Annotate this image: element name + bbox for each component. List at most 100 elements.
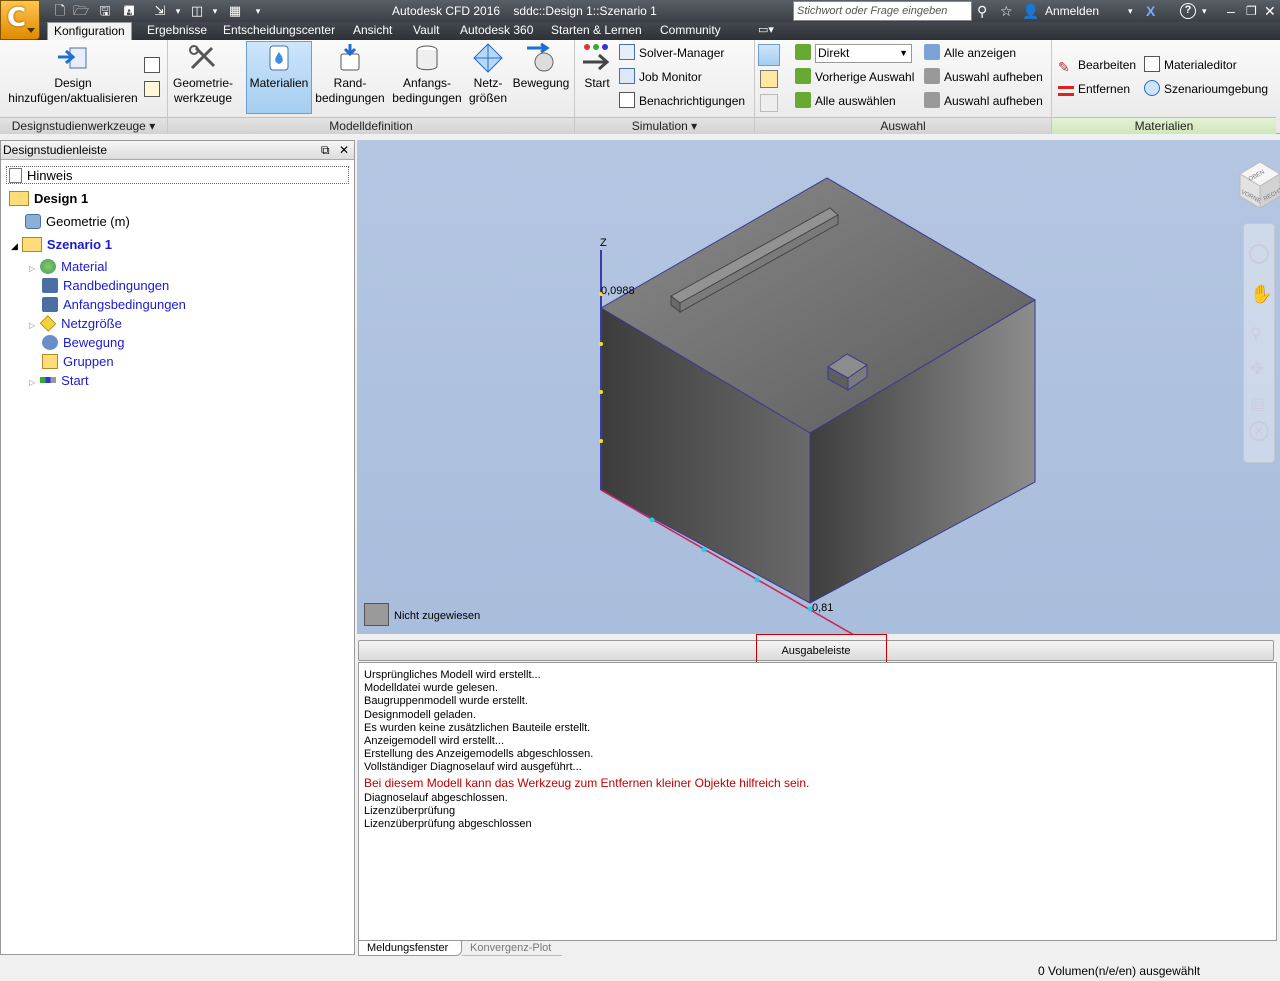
notifications-button[interactable]: Benachrichtigungen	[619, 91, 745, 111]
search-input[interactable]: Stichwort oder Frage eingeben	[793, 1, 972, 21]
panel-title-designstudie[interactable]: Designstudienwerkzeuge ▾	[0, 117, 167, 134]
graphics-viewport[interactable]: Z 0,0988 0,81 OBEN VORNE RECHTS ✋ ⚲ ✥ ▤ …	[357, 140, 1280, 636]
ribbon-options-icon[interactable]: ▭▾	[752, 22, 780, 40]
add-update-design-button[interactable]: Design hinzufügen/aktualisieren	[4, 42, 142, 106]
binoculars-icon[interactable]: ⚲	[977, 2, 987, 20]
select-mode-icon[interactable]	[758, 44, 780, 66]
hint-row[interactable]: Hinweis	[6, 166, 349, 184]
minimize-icon[interactable]: –	[1227, 2, 1235, 20]
output-line: Diagnoselauf abgeschlossen.	[364, 791, 508, 804]
open-folder-icon[interactable]: 🗁	[73, 3, 89, 19]
select-volume-icon[interactable]	[760, 70, 778, 88]
material-editor-button[interactable]: Materialeditor	[1144, 55, 1237, 75]
dropdown-arrow-icon[interactable]: ▾	[170, 3, 186, 19]
orbit-icon[interactable]: ✥	[1250, 359, 1264, 379]
deselect-icon	[924, 92, 940, 108]
remove-icon	[1058, 86, 1074, 96]
look-at-icon[interactable]: ▤	[1250, 394, 1265, 414]
help-icon[interactable]: ?	[1180, 3, 1196, 19]
tab-starten-lernen[interactable]: Starten & Lernen	[545, 22, 648, 40]
tree-initial-conditions[interactable]: Anfangsbedingungen	[42, 295, 186, 314]
customize-qat-icon[interactable]: ▾	[250, 3, 266, 19]
panel-title-materialien: Materialien	[1052, 117, 1276, 134]
float-panel-icon[interactable]: ⧉	[321, 141, 330, 160]
pan-hand-icon[interactable]: ✋	[1250, 284, 1272, 305]
solver-manager-button[interactable]: Solver-Manager	[619, 43, 724, 63]
tab-convergence-plot[interactable]: Konvergenz-Plot	[462, 941, 562, 956]
favorites-star-icon[interactable]: ☆	[1000, 2, 1013, 20]
tree-boundary-conditions[interactable]: Randbedingungen	[42, 276, 169, 295]
select-all-button[interactable]: Alle auswählen	[795, 91, 896, 111]
application-menu-button[interactable]: C	[0, 0, 40, 40]
tab-community[interactable]: Community	[654, 22, 727, 40]
start-simulation-button[interactable]: Start	[578, 42, 616, 91]
signin-dropdown-icon[interactable]: ▾	[1128, 2, 1133, 20]
help-dropdown-icon[interactable]: ▾	[1202, 2, 1207, 20]
tree-material[interactable]: ▷ Material	[29, 257, 107, 278]
expand-arrow-icon: ▷	[29, 321, 36, 330]
panel-materialien: ✎ Bearbeiten Entfernen Materialeditor Sze…	[1052, 40, 1276, 134]
deselect-button-1[interactable]: Auswahl aufheben	[924, 67, 1043, 87]
import-icon[interactable]: ⇲	[152, 3, 168, 19]
boundary-conditions-button[interactable]: Rand-bedingungen	[314, 42, 386, 106]
job-monitor-button[interactable]: Job Monitor	[619, 67, 702, 87]
tab-vault[interactable]: Vault	[407, 22, 445, 40]
output-message-window: Ursprüngliches Modell wird erstellt... M…	[358, 662, 1277, 941]
user-icon[interactable]: 👤	[1022, 2, 1039, 20]
selection-mode-dropdown[interactable]: Direkt ▼	[815, 44, 912, 63]
tree-scenario-1[interactable]: ◢ Szenario 1	[11, 235, 112, 256]
design-notes-icon[interactable]	[144, 80, 164, 100]
motion-button[interactable]: Bewegung	[512, 42, 570, 91]
tree-geometry[interactable]: Geometrie (m)	[25, 212, 130, 231]
initial-conditions-button[interactable]: Anfangs-bedingungen	[390, 42, 464, 106]
remove-material-button[interactable]: Entfernen	[1058, 79, 1130, 99]
show-all-button[interactable]: Alle anzeigen	[924, 43, 1016, 63]
output-line: Lizenzüberprüfung abgeschlossen	[364, 818, 532, 831]
steering-wheel-icon[interactable]	[1249, 244, 1269, 264]
layout-icon[interactable]: ▦	[227, 3, 243, 19]
title-bar: 🗋 🗁 🖫 🖪 ⇲ ▾ ◫ ▾ ▦ ▾ Autodesk CFD 2016 sd…	[0, 0, 1280, 22]
materials-button[interactable]: Materialien	[246, 41, 312, 114]
mesh-sizes-button[interactable]: Netz-größen	[466, 42, 510, 106]
design-study-bar-header: Designstudienleiste ⧉ ✕	[1, 141, 354, 160]
previous-selection-button[interactable]: Vorherige Auswahl	[795, 67, 914, 87]
tab-message-window[interactable]: Meldungsfenster	[358, 941, 462, 956]
new-file-icon[interactable]: 🗋	[52, 3, 68, 19]
edit-material-button[interactable]: ✎ Bearbeiten	[1058, 55, 1136, 75]
cube-view-icon[interactable]: ◫	[189, 3, 205, 19]
restore-icon[interactable]: ❐	[1246, 2, 1257, 20]
tab-ansicht[interactable]: Ansicht	[347, 22, 398, 40]
tree-groups[interactable]: Gruppen	[42, 352, 114, 371]
scenario-environment-button[interactable]: Szenarioumgebung	[1144, 79, 1268, 99]
tree-motion[interactable]: Bewegung	[42, 333, 124, 352]
viewcube[interactable]: OBEN VORNE RECHTS	[1239, 161, 1280, 209]
design-manager-icon[interactable]	[144, 56, 164, 76]
tab-ergebnisse[interactable]: Ergebnisse	[141, 22, 213, 40]
panel-title-simulation[interactable]: Simulation ▾	[575, 117, 754, 134]
model-canvas[interactable]: Z 0,0988 0,81 OBEN VORNE RECHTS	[357, 140, 1280, 636]
zoom-icon[interactable]: ⚲	[1250, 324, 1262, 344]
close-panel-icon[interactable]: ✕	[339, 141, 349, 160]
save-all-icon[interactable]: 🖪	[121, 3, 137, 19]
boundary-conditions-icon	[42, 278, 58, 293]
tab-autodesk-360[interactable]: Autodesk 360	[454, 22, 539, 40]
dropdown-arrow-icon[interactable]: ▾	[207, 3, 223, 19]
tab-konfiguration[interactable]: Konfiguration	[47, 22, 132, 40]
select-all-icon	[795, 92, 811, 108]
groups-folder-icon	[42, 354, 58, 369]
tree-start[interactable]: ▷ Start	[29, 371, 89, 392]
save-icon[interactable]: 🖫	[97, 3, 113, 19]
tree-mesh-sizes[interactable]: ▷ Netzgröße	[29, 314, 122, 335]
run-simulation-icon	[583, 44, 610, 71]
close-icon[interactable]: ✕	[1264, 2, 1276, 20]
previous-selection-icon	[795, 68, 811, 84]
tab-entscheidungscenter[interactable]: Entscheidungscenter	[217, 22, 341, 40]
selection-status-text: 0 Volumen(n/e/en) ausgewählt	[1038, 964, 1201, 978]
tree-design-1[interactable]: Design 1	[9, 189, 88, 208]
close-nav-icon[interactable]: ✕	[1249, 421, 1269, 441]
exchange-icon[interactable]: X	[1146, 2, 1155, 20]
collapse-arrow-icon[interactable]: ◢	[11, 241, 18, 251]
signin-link[interactable]: Anmelden	[1045, 2, 1099, 20]
geometry-tools-button[interactable]: Geometrie-werkzeuge	[170, 42, 236, 106]
deselect-button-2[interactable]: Auswahl aufheben	[924, 91, 1043, 111]
